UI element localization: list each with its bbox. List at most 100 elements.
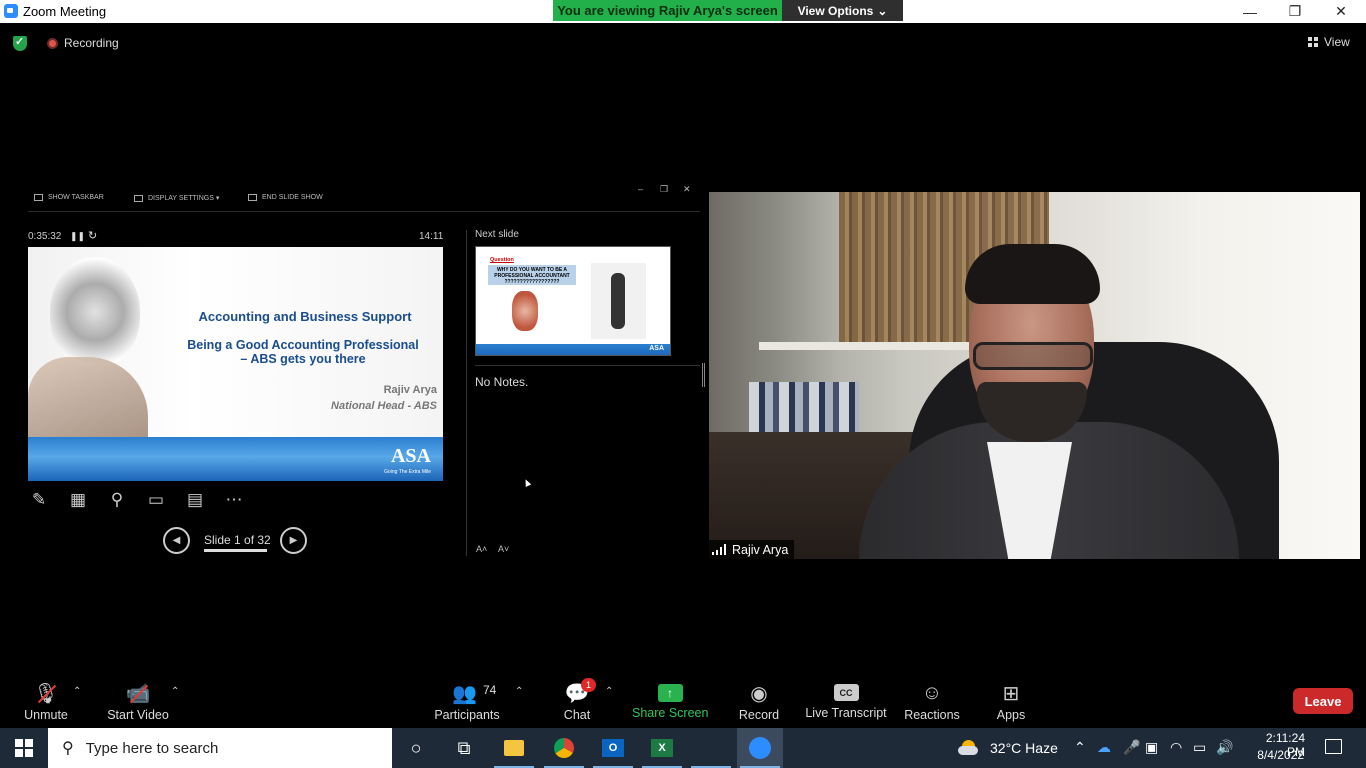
reactions-button[interactable]: ☺ Reactions: [903, 680, 961, 723]
zoom-taskbar-icon[interactable]: [737, 728, 783, 768]
view-options-button[interactable]: View Options ⌄: [782, 0, 903, 21]
clock: 14:11: [419, 231, 444, 242]
decrease-font-icon[interactable]: A˅: [498, 544, 509, 554]
unmute-button[interactable]: 🎙 Unmute: [20, 680, 72, 723]
windows-start-icon[interactable]: [15, 739, 33, 757]
increase-font-icon[interactable]: A˄: [476, 544, 487, 554]
minimize-button[interactable]: —: [1227, 0, 1273, 23]
participant-name-tag: Rajiv Arya: [709, 540, 795, 559]
share-screen-icon: ↑: [657, 684, 683, 702]
taskbar-icon: [34, 194, 43, 201]
previous-slide-button[interactable]: ◀: [163, 527, 190, 554]
weather-text[interactable]: 32°C Haze: [990, 740, 1058, 756]
display-tray-icon[interactable]: ▣: [1145, 739, 1158, 756]
participants-label: Participants: [434, 708, 500, 722]
pause-icon[interactable]: ❚❚: [70, 231, 85, 242]
pv-close-icon[interactable]: ✕: [683, 184, 691, 195]
slide-subtitle: Being a Good Accounting Professional – A…: [168, 338, 438, 366]
see-all-slides-icon[interactable]: ▦: [67, 489, 89, 511]
presenter-tools: ✎ ▦ ⚲ ▭ ▤ ⋯: [28, 489, 245, 511]
chrome-icon[interactable]: [541, 728, 587, 768]
start-video-label: Start Video: [107, 708, 169, 722]
taskbar-search-box[interactable]: ⚲ Type here to search: [48, 728, 392, 768]
recording-icon: [47, 38, 58, 49]
chat-caret-icon[interactable]: ⌃: [605, 686, 613, 697]
excel-logo: X: [651, 739, 673, 757]
live-transcript-button[interactable]: CC Live Transcript: [805, 680, 887, 720]
record-button[interactable]: ◉ Record: [736, 680, 782, 723]
pv-restore-icon[interactable]: ❐: [660, 184, 668, 195]
audio-options-caret-icon[interactable]: ⌃: [73, 686, 81, 697]
end-slide-show-button[interactable]: END SLIDE SHOW: [248, 194, 323, 201]
elapsed-timer: 0:35:32: [28, 231, 62, 242]
businessman-figure: [591, 263, 646, 339]
slide-subtitle-line2: – ABS gets you there: [240, 352, 366, 366]
subtitles-icon[interactable]: ▤: [184, 489, 206, 511]
next-slide-question-box: WHY DO YOU WANT TO BE A PROFESSIONAL ACC…: [488, 265, 576, 285]
more-options-icon[interactable]: ⋯: [223, 489, 245, 511]
wifi-icon[interactable]: ◠: [1170, 739, 1182, 756]
task-view-icon[interactable]: ⧉: [441, 728, 487, 768]
search-placeholder: Type here to search: [85, 739, 219, 757]
volume-icon[interactable]: 🔊: [1216, 739, 1233, 756]
cartoon-figure: [512, 291, 538, 331]
leave-button[interactable]: Leave: [1293, 688, 1353, 714]
cortana-icon[interactable]: ○: [393, 728, 439, 768]
onedrive-icon[interactable]: ☁: [1097, 739, 1111, 756]
start-video-button[interactable]: 📹 Start Video: [106, 680, 170, 723]
participant-video[interactable]: [709, 192, 1360, 559]
slide-title: Accounting and Business Support: [198, 309, 412, 324]
pv-minimize-icon[interactable]: –: [638, 184, 643, 194]
taskbar-date[interactable]: 8/4/2022: [1245, 748, 1304, 762]
reactions-smiley-icon: ☺: [921, 681, 943, 704]
slide-progress-bar: [204, 549, 267, 552]
pane-resize-handle[interactable]: [702, 363, 705, 387]
display-settings-button[interactable]: DISPLAY SETTINGS ▾: [134, 194, 219, 202]
close-button[interactable]: ✕: [1318, 0, 1364, 23]
pen-icon[interactable]: ✎: [28, 489, 50, 511]
excel-icon[interactable]: X: [639, 728, 685, 768]
show-taskbar-button[interactable]: SHOW TASKBAR: [34, 194, 104, 201]
share-screen-button[interactable]: ↑ Share Screen: [632, 680, 708, 720]
video-options-caret-icon[interactable]: ⌃: [171, 686, 179, 697]
windows-taskbar: ⚲ Type here to search ○ ⧉ O X 32°C Haze …: [0, 728, 1366, 768]
restore-button[interactable]: ❐: [1272, 0, 1318, 23]
notifications-icon[interactable]: [1325, 739, 1342, 754]
chat-label: Chat: [563, 708, 591, 722]
pointer-screen-icon[interactable]: ▭: [145, 489, 167, 511]
apps-button[interactable]: ⊞ Apps: [992, 680, 1030, 723]
slide-counter[interactable]: Slide 1 of 32: [204, 533, 271, 547]
microphone-tray-icon[interactable]: 🎤: [1123, 739, 1140, 756]
participant-name: Rajiv Arya: [732, 542, 789, 557]
reactions-label: Reactions: [904, 708, 960, 722]
participants-caret-icon[interactable]: ⌃: [515, 686, 523, 697]
hand-image: [28, 357, 148, 437]
cloud-shape: [958, 746, 978, 755]
file-explorer-icon[interactable]: [491, 728, 537, 768]
divider: [475, 365, 700, 366]
grid-view-icon: [1308, 37, 1318, 47]
view-button[interactable]: View: [1308, 35, 1350, 49]
zoom-search-icon[interactable]: ⚲: [106, 489, 128, 511]
next-slide-logo: ASA: [649, 345, 664, 352]
next-slide-box-line3: ??????????????????: [504, 279, 560, 285]
weather-icon[interactable]: [958, 738, 980, 756]
lightbulb-sketch: [50, 257, 140, 367]
reset-timer-icon[interactable]: ↻: [88, 229, 97, 242]
blank-taskbar-app[interactable]: [688, 728, 734, 768]
security-shield-icon[interactable]: [13, 35, 27, 51]
zoom-app-icon: [4, 4, 18, 18]
current-slide[interactable]: Accounting and Business Support Being a …: [28, 247, 443, 481]
outlook-icon[interactable]: O: [590, 728, 636, 768]
show-hidden-icons-icon[interactable]: ⌃: [1074, 739, 1086, 756]
share-screen-label: Share Screen: [632, 706, 709, 720]
next-slide-button[interactable]: ▶: [280, 527, 307, 554]
next-slide-preview[interactable]: Question WHY DO YOU WANT TO BE A PROFESS…: [475, 246, 671, 356]
apps-icon: ⊞: [1002, 682, 1020, 705]
next-slide-question: Question: [490, 257, 514, 263]
battery-icon[interactable]: ▭: [1193, 739, 1206, 756]
asa-tagline: Going The Extra Mile: [384, 469, 431, 475]
closed-caption-icon: CC: [833, 684, 859, 701]
record-label: Record: [738, 708, 780, 722]
recording-label: Recording: [64, 36, 119, 50]
